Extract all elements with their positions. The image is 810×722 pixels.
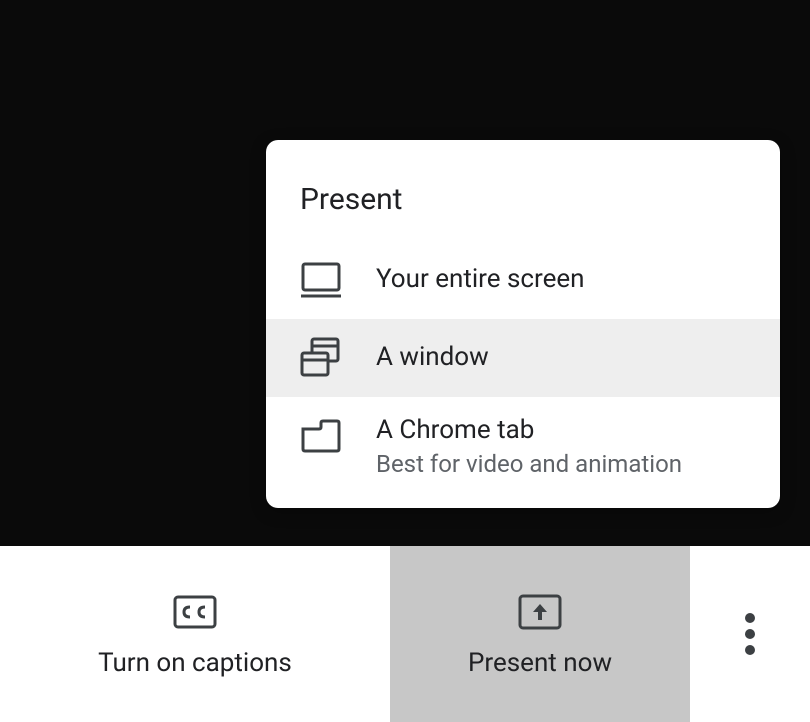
tab-icon [300, 415, 342, 457]
menu-item-sublabel: Best for video and animation [376, 450, 682, 478]
more-options-button[interactable] [690, 546, 810, 722]
menu-item-window[interactable]: A window [266, 319, 780, 397]
menu-item-label: Your entire screen [376, 264, 585, 295]
present-to-all-icon [518, 590, 562, 634]
toolbar-button-label: Turn on captions [98, 648, 292, 678]
present-menu: Present Your entire screen [266, 140, 780, 508]
menu-item-label: A window [376, 342, 489, 373]
menu-item-chrome-tab[interactable]: A Chrome tab Best for video and animatio… [266, 397, 780, 496]
bottom-toolbar: Turn on captions Present now [0, 546, 810, 722]
window-icon [300, 337, 342, 379]
toolbar-button-label: Present now [468, 648, 612, 678]
present-now-button[interactable]: Present now [390, 546, 690, 722]
captions-button[interactable]: Turn on captions [0, 546, 390, 722]
video-area: Present Your entire screen [0, 0, 810, 546]
screen-icon [300, 259, 342, 301]
menu-item-entire-screen[interactable]: Your entire screen [266, 241, 780, 319]
present-menu-title: Present [266, 140, 780, 241]
menu-item-label: A Chrome tab [376, 415, 682, 446]
more-vertical-icon [745, 613, 755, 655]
closed-captions-icon [173, 590, 217, 634]
